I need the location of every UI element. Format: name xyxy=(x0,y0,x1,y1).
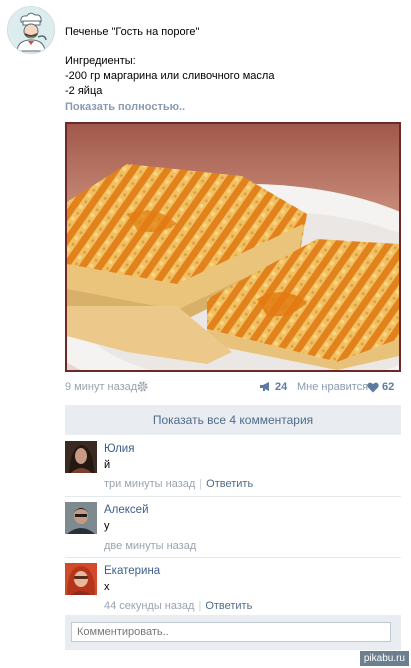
comment-author[interactable]: Екатерина xyxy=(104,565,160,577)
comment-footer: три минуты назад | Ответить xyxy=(104,478,253,490)
megaphone-icon xyxy=(260,382,269,391)
pastry-photo xyxy=(67,124,399,370)
separator: | xyxy=(198,600,202,612)
comment-text: х xyxy=(104,581,110,593)
post-text: Печенье "Гость на пороге" Ингредиенты: -… xyxy=(65,25,395,115)
like-count: 62 xyxy=(382,381,395,393)
comment-footer: 44 секунды назад | Ответить xyxy=(104,600,252,612)
post-line: -200 гр маргарина или сливочного масла xyxy=(65,70,275,82)
avatar-photo xyxy=(65,502,97,534)
watermark: pikabu.ru xyxy=(359,651,409,666)
reply-link[interactable]: Ответить xyxy=(205,600,252,612)
divider xyxy=(65,557,401,558)
post-avatar[interactable] xyxy=(7,6,55,54)
divider xyxy=(65,496,401,497)
post-meta: 9 минут назад 24 Мне нравится 62 xyxy=(65,381,401,395)
comment: Юлия й три минуты назад | Ответить xyxy=(65,441,401,493)
avatar[interactable] xyxy=(65,502,97,534)
comment-author[interactable]: Юлия xyxy=(104,443,134,455)
comment-text: у xyxy=(104,520,110,532)
like-label: Мне нравится xyxy=(297,381,369,393)
comment: Алексей у две минуты назад xyxy=(65,502,401,552)
comment-box xyxy=(65,615,401,650)
post-line: -2 яйца xyxy=(65,85,103,97)
comment-time[interactable]: три минуты назад xyxy=(104,478,195,490)
comment-footer: две минуты назад xyxy=(104,540,196,552)
comment-text: й xyxy=(104,459,111,471)
comment-time[interactable]: две минуты назад xyxy=(104,540,196,552)
separator: | xyxy=(199,478,203,490)
show-all-comments-button[interactable]: Показать все 4 комментария xyxy=(65,405,401,435)
avatar[interactable] xyxy=(65,563,97,595)
avatar-photo xyxy=(65,563,97,595)
comment-author[interactable]: Алексей xyxy=(104,504,149,516)
post-time[interactable]: 9 минут назад xyxy=(65,381,137,393)
share-count: 24 xyxy=(275,381,288,393)
avatar[interactable] xyxy=(65,441,97,473)
comment-input[interactable] xyxy=(71,622,391,642)
show-more-link[interactable]: Показать полностью.. xyxy=(65,100,395,115)
heart-icon xyxy=(367,382,379,393)
post-photo[interactable] xyxy=(65,122,401,372)
comment: Екатерина х 44 секунды назад | Ответить xyxy=(65,563,401,613)
avatar-photo xyxy=(65,441,97,473)
post-line: Ингредиенты: xyxy=(65,55,136,67)
reply-link[interactable]: Ответить xyxy=(206,478,253,490)
share-button[interactable]: 24 xyxy=(259,381,287,395)
gear-icon[interactable] xyxy=(137,381,148,392)
comment-time[interactable]: 44 секунды назад xyxy=(104,600,194,612)
post-title: Печенье "Гость на пороге" xyxy=(65,26,200,38)
chef-icon xyxy=(8,7,54,53)
